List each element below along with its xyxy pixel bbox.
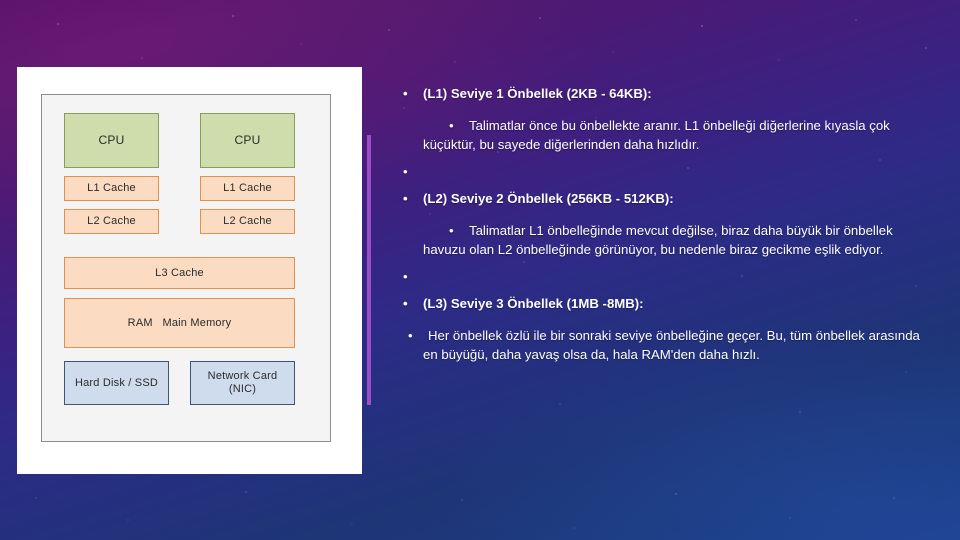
bullet-item-l3-body: • Her önbellek özlü ile bir sonraki sevi… <box>396 326 930 364</box>
diagram-picture-panel: CPU CPU L1 Cache L1 Cache L2 Cache L2 Ca… <box>17 67 362 474</box>
bullet-item-l1-heading: • (L1) Seviye 1 Önbellek (2KB - 64KB): <box>396 84 930 103</box>
diagram-node-l3-cache: L3 Cache <box>64 257 295 289</box>
bullet-text: (L3) Seviye 3 Önbellek (1MB -8MB): <box>423 296 644 311</box>
bullet-item-l2-body: • Talimatlar L1 önbelleğinde mevcut deği… <box>396 221 930 259</box>
bullet-glyph-icon: • <box>403 296 408 311</box>
bullet-item-spacer-1: • <box>396 162 930 181</box>
diagram-frame: CPU CPU L1 Cache L1 Cache L2 Cache L2 Ca… <box>41 94 331 442</box>
diagram-node-l2-cache-right: L2 Cache <box>200 209 295 234</box>
bullet-text: Talimatlar önce bu önbellekte aranır. L1… <box>423 118 890 152</box>
bullet-glyph-icon: • <box>403 86 408 101</box>
bullet-text-column: • (L1) Seviye 1 Önbellek (2KB - 64KB): •… <box>396 84 930 364</box>
bullet-glyph-icon: • <box>449 118 454 133</box>
bullet-item-spacer-2: • <box>396 267 930 286</box>
bullet-glyph-icon: • <box>449 223 454 238</box>
bullet-text: Her önbellek özlü ile bir sonraki seviye… <box>423 328 920 362</box>
bullet-glyph-icon: • <box>408 328 413 343</box>
slide-canvas: CPU CPU L1 Cache L1 Cache L2 Cache L2 Ca… <box>0 0 960 540</box>
diagram-node-l2-cache-left: L2 Cache <box>64 209 159 234</box>
diagram-node-network-card: Network Card (NIC) <box>190 361 295 405</box>
bullet-glyph-icon: • <box>403 269 408 284</box>
bullet-text: (L2) Seviye 2 Önbellek (256KB - 512KB): <box>423 191 674 206</box>
bullet-item-l1-body: • Talimatlar önce bu önbellekte aranır. … <box>396 116 930 154</box>
bullet-text: Talimatlar L1 önbelleğinde mevcut değils… <box>423 223 893 257</box>
diagram-node-cpu-left: CPU <box>64 113 159 168</box>
diagram-node-hard-disk: Hard Disk / SSD <box>64 361 169 405</box>
bullet-item-l2-heading: • (L2) Seviye 2 Önbellek (256KB - 512KB)… <box>396 189 930 208</box>
bullet-glyph-icon: • <box>403 191 408 206</box>
bullet-glyph-icon: • <box>403 164 408 179</box>
diagram-node-cpu-right: CPU <box>200 113 295 168</box>
purple-accent-bar <box>367 135 371 405</box>
diagram-node-l1-cache-right: L1 Cache <box>200 176 295 201</box>
bullet-item-l3-heading: • (L3) Seviye 3 Önbellek (1MB -8MB): <box>396 294 930 313</box>
diagram-node-l1-cache-left: L1 Cache <box>64 176 159 201</box>
diagram-node-ram: RAM Main Memory <box>64 298 295 348</box>
bullet-text: (L1) Seviye 1 Önbellek (2KB - 64KB): <box>423 86 652 101</box>
